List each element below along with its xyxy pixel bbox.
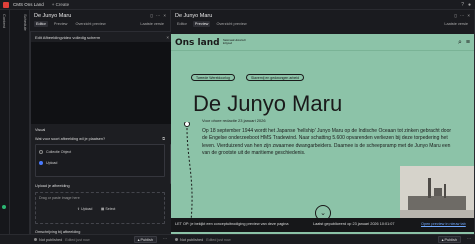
page-preview: Ons land Nationaal Historisch Erfgoed ⌕ … <box>171 34 474 234</box>
radio-icon[interactable] <box>39 150 43 154</box>
create-button[interactable]: + Create <box>52 2 69 7</box>
option-upload[interactable]: Upload <box>39 161 57 165</box>
split-icon[interactable]: ▯ <box>150 13 152 19</box>
close-icon[interactable]: × <box>467 13 470 19</box>
version-select[interactable]: Laatste versie <box>138 21 166 27</box>
option-label: Upload <box>46 161 58 165</box>
close-icon[interactable]: × <box>166 35 169 40</box>
publish-label: Publish <box>444 237 457 242</box>
tag-chip[interactable]: Slavernij en gedwongen arbeid <box>246 74 305 81</box>
more-icon[interactable]: ⋯ <box>163 236 167 241</box>
upload-button-label: Upload <box>81 207 93 211</box>
preview-pane-title: De Junyo Maru <box>175 13 213 19</box>
open-preview-link[interactable]: Open preview in nieuw tab <box>421 222 466 226</box>
rail-footer <box>0 234 30 244</box>
search-icon[interactable]: ⌕ <box>458 39 462 47</box>
status-dot-icon <box>34 238 37 241</box>
edited-status: Edited just now <box>206 237 231 242</box>
banner-notice: LET OP: je bekijkt een conceptuitnodigin… <box>175 222 289 226</box>
site-logo[interactable]: Ons land <box>175 38 220 48</box>
status-dot-icon <box>175 238 178 241</box>
option-collectie-object[interactable]: Collectie Object <box>39 150 71 154</box>
rail-content-label[interactable]: Content <box>2 14 7 28</box>
split-icon[interactable]: ▯ <box>454 13 456 19</box>
upload-label: Upload je afbeelding <box>35 184 70 188</box>
close-icon[interactable]: × <box>163 13 166 19</box>
editor-pane-header: De Junyo Maru Editor Preview Overzicht p… <box>30 10 170 27</box>
editor-tabs: Editor Preview Overzicht preview Laatste… <box>34 21 166 27</box>
help-icon[interactable]: ? <box>461 2 464 8</box>
menu-icon[interactable]: ≡ <box>466 39 470 47</box>
status-dot <box>2 205 6 209</box>
topbar-actions: ? ● <box>461 2 471 8</box>
app-title[interactable]: CMS Ons Land <box>13 2 44 7</box>
editor-pane-title: De Junyo Maru <box>34 13 72 19</box>
banner-published-date: Laatst gepubliceerd op 23 januari 2026 1… <box>313 222 395 226</box>
image-type-question: Wat voor soort afbeelding wil je plaatse… <box>35 137 106 141</box>
site-logo-subtitle: Nationaal Historisch Erfgoed <box>223 39 247 45</box>
preview-gap <box>171 27 474 34</box>
site-header: Ons land Nationaal Historisch Erfgoed ⌕ … <box>171 34 474 51</box>
avatar[interactable]: ● <box>468 2 471 8</box>
top-bar: CMS Ons Land + Create ? ● <box>0 0 475 10</box>
publish-button[interactable]: ▴ Publish <box>133 236 157 243</box>
more-icon[interactable]: ⋯ <box>460 13 465 19</box>
rail-schedule-label[interactable]: Schedule <box>23 14 28 31</box>
publish-status: Not published <box>39 237 63 242</box>
editor-footer: Not published Edited just now ▴ Publish … <box>30 234 171 244</box>
preview-pane-actions: ▯ ⋯ × <box>454 13 470 19</box>
publish-button[interactable]: ▴ Publish <box>437 236 461 243</box>
preview-pane-header: De Junyo Maru Editor Preview Overzicht p… <box>171 10 474 27</box>
page-title: De Junyo Maru <box>193 91 343 116</box>
article-intro: Op 18 september 1944 wordt het Japanse '… <box>202 128 452 157</box>
tab-preview[interactable]: Preview <box>52 21 70 27</box>
dialog-dark-area <box>31 42 173 124</box>
dropzone-placeholder: Drag or paste image here <box>39 196 80 200</box>
publish-label: Publish <box>140 237 153 242</box>
edit-image-dialog: Edit Afbeeldingvideo volledig scherm × V… <box>30 31 174 236</box>
editor-pane: De Junyo Maru Editor Preview Overzicht p… <box>30 10 174 236</box>
tab-overview-preview[interactable]: Overzicht preview <box>73 21 107 27</box>
upload-button[interactable]: ⇪ Upload <box>77 207 92 211</box>
link-icon[interactable]: ⧉ <box>162 137 165 141</box>
visual-label: Visual <box>35 128 46 132</box>
preview-banner: LET OP: je bekijkt een conceptuitnodigin… <box>171 218 474 232</box>
left-rail: Content <box>0 10 10 244</box>
site-header-actions: ⌕ ≡ <box>458 39 470 47</box>
timeline-graphic <box>184 122 193 231</box>
app-logo[interactable] <box>3 1 9 8</box>
option-label: Collectie Object <box>46 150 72 154</box>
preview-footer: Not published Edited just now ▴ Publish … <box>171 234 475 244</box>
select-button-label: Select <box>105 207 116 211</box>
radio-checked-icon[interactable] <box>39 161 43 165</box>
tab-editor[interactable]: Editor <box>34 21 48 27</box>
tag-chip[interactable]: Tweede Wereldoorlog <box>191 74 235 81</box>
editor-pane-actions: ▯ ⋯ × <box>150 13 166 19</box>
article-meta: Voor ohore redactie 23 januari 2026 <box>202 118 266 123</box>
publish-status: Not published <box>180 237 204 242</box>
select-button[interactable]: ▦ Select <box>101 207 115 211</box>
more-icon[interactable]: ⋯ <box>156 13 161 19</box>
edited-status: Edited just now <box>65 237 90 242</box>
more-icon[interactable]: ⋯ <box>467 236 471 241</box>
structure-rail: Schedule <box>10 10 30 244</box>
